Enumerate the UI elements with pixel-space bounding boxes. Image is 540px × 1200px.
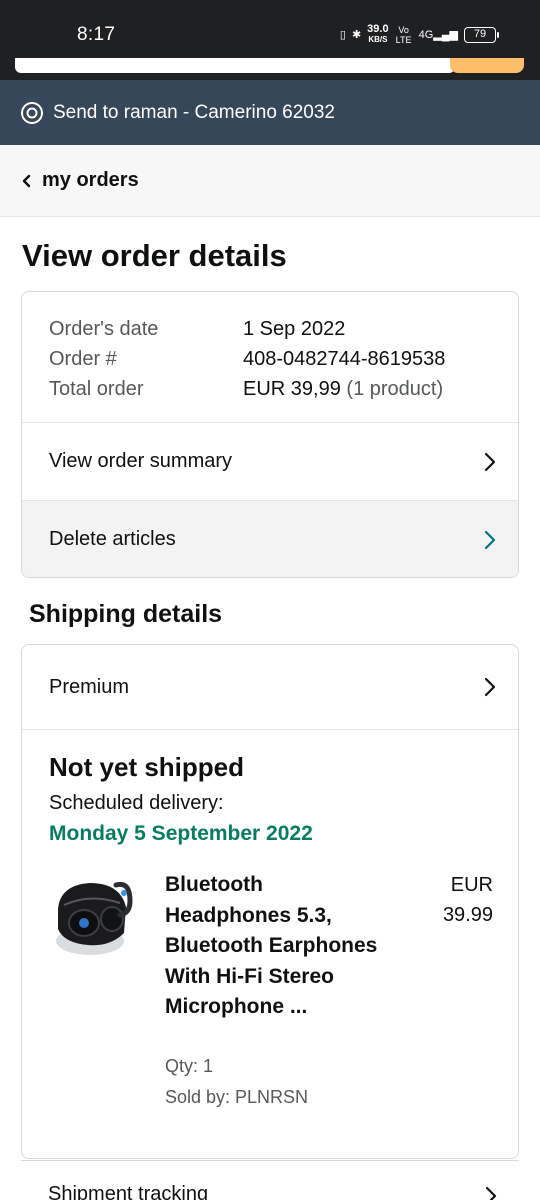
delete-articles-link[interactable]: Delete articles: [22, 500, 518, 577]
order-total-count: (1 product): [346, 378, 444, 400]
product-price-value: 39.99: [442, 904, 493, 926]
volte-indicator: Vo LTE: [395, 24, 412, 45]
scheduled-delivery-date: Monday 5 September 2022: [49, 822, 313, 845]
chevron-right-icon: [484, 452, 496, 471]
product-quantity: Qty: 1: [165, 1056, 214, 1076]
status-bar: 8:17 ▯ ✱ 39.0 KB/S Vo LTE 4G▂▄▆ 79: [0, 0, 540, 58]
network-speed: 39.0 KB/S: [367, 23, 389, 45]
order-date-label: Order's date: [49, 318, 159, 340]
shipping-section-title: Shipping details: [29, 600, 223, 628]
shipping-card: Premium Not yet shipped Scheduled delive…: [21, 644, 519, 1159]
shipment-tracking-label: Shipment tracking: [48, 1183, 209, 1200]
breadcrumb-label: my orders: [42, 169, 139, 191]
chevron-right-icon: [484, 530, 496, 549]
search-input[interactable]: [15, 58, 455, 73]
page-title: View order details: [22, 238, 287, 273]
order-number-label: Order #: [49, 348, 117, 370]
order-number-row: Order # 408-0482744-8619538: [49, 344, 445, 374]
order-total-value: EUR 39,99 (1 product): [243, 374, 443, 404]
signal-icon: 4G▂▄▆: [418, 28, 458, 41]
order-total-amount: EUR 39,99: [243, 378, 341, 400]
chevron-right-icon: [484, 677, 496, 697]
view-order-summary-link[interactable]: View order summary: [22, 422, 518, 500]
location-pin-icon: [21, 101, 43, 124]
shipment-tracking-link[interactable]: Shipment tracking: [21, 1160, 519, 1200]
status-time: 8:17: [77, 24, 116, 45]
order-date-row: Order's date 1 Sep 2022: [49, 314, 445, 344]
delivery-location-bar[interactable]: Send to raman - Camerino 62032: [0, 80, 540, 145]
shipment-status: Not yet shipped: [49, 752, 245, 782]
product-image[interactable]: [50, 871, 134, 963]
shipping-speed-label: Premium: [49, 675, 130, 698]
product-seller: Sold by: PLNRSN: [165, 1087, 309, 1107]
delete-articles-label: Delete articles: [49, 528, 176, 550]
order-date-value: 1 Sep 2022: [243, 318, 346, 340]
order-total-row: Total order EUR 39,99 (1 product): [49, 374, 445, 404]
view-order-summary-label: View order summary: [49, 450, 233, 472]
battery-icon: 79: [464, 26, 499, 43]
order-info-card: Order's date 1 Sep 2022 Order # 408-0482…: [21, 291, 519, 578]
order-total-label: Total order: [49, 378, 144, 400]
bluetooth-icon: ✱: [351, 28, 362, 41]
order-info: Order's date 1 Sep 2022 Order # 408-0482…: [49, 314, 445, 404]
delivery-location-text: Send to raman - Camerino 62032: [53, 101, 335, 123]
product-currency: EUR: [450, 874, 493, 896]
order-number-value: 408-0482744-8619538: [243, 348, 446, 370]
scheduled-delivery-label: Scheduled delivery:: [49, 792, 224, 814]
shipping-speed-link[interactable]: Premium: [22, 645, 518, 730]
status-icons: ▯ ✱ 39.0 KB/S Vo LTE 4G▂▄▆ 79: [339, 23, 499, 45]
product-title-link[interactable]: Bluetooth Headphones 5.3, Bluetooth Earp…: [165, 870, 390, 1023]
vibrate-icon: ▯: [339, 28, 346, 41]
search-button[interactable]: [450, 58, 524, 73]
chevron-left-icon: [22, 174, 31, 187]
chevron-right-icon: [485, 1186, 497, 1200]
product-price: EUR 39.99: [443, 870, 493, 930]
breadcrumb[interactable]: my orders: [0, 145, 540, 217]
